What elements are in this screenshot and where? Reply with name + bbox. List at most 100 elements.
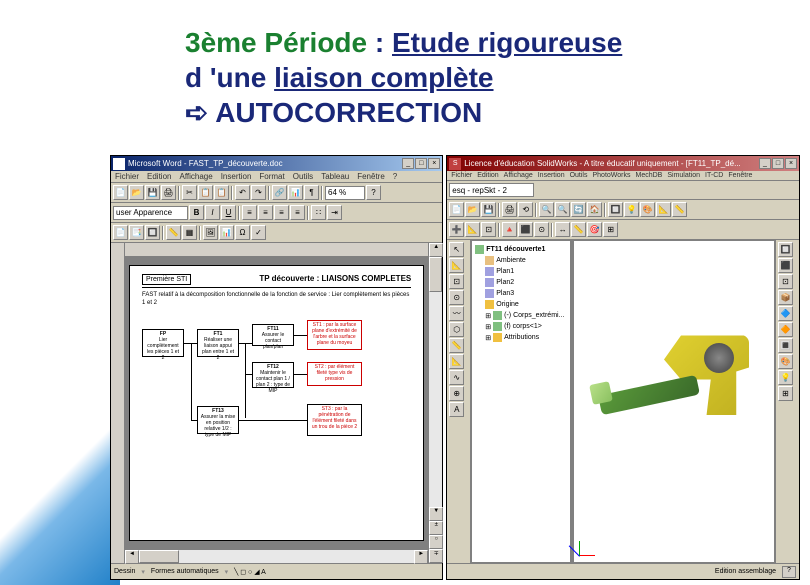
prev-page-icon[interactable]: ± [429, 521, 443, 535]
bold-icon[interactable]: B [189, 205, 204, 220]
redo-icon[interactable]: ↷ [251, 185, 266, 200]
undo-icon[interactable]: ↶ [235, 185, 250, 200]
italic-icon[interactable]: I [205, 205, 220, 220]
menu-item[interactable]: Outils [293, 172, 313, 181]
horizontal-ruler[interactable] [125, 243, 428, 257]
view-icon[interactable]: 📦 [778, 290, 793, 305]
tree-root[interactable]: FT11 découverte1 [475, 244, 567, 255]
tool-icon[interactable]: Ω [235, 225, 250, 240]
angle-icon[interactable]: 📐 [449, 354, 464, 369]
help-icon[interactable]: ? [366, 185, 381, 200]
save-icon[interactable]: 💾 [145, 185, 160, 200]
new-doc-icon[interactable]: 📄 [113, 185, 128, 200]
tree-item[interactable]: Plan2 [475, 277, 567, 288]
menu-item[interactable]: Tableau [321, 172, 349, 181]
browse-icon[interactable]: ○ [429, 535, 443, 549]
close-button[interactable]: × [428, 158, 440, 169]
menu-item[interactable]: Affichage [179, 172, 212, 181]
justify-icon[interactable]: ≡ [290, 205, 305, 220]
new-icon[interactable]: 📄 [449, 202, 464, 217]
home-view-icon[interactable]: 🏠 [587, 202, 602, 217]
tool-icon[interactable]: ⬛ [518, 222, 533, 237]
align-right-icon[interactable]: ≡ [274, 205, 289, 220]
next-page-icon[interactable]: ∓ [429, 549, 443, 563]
tool-icon[interactable]: 📄 [113, 225, 128, 240]
3d-viewport[interactable] [573, 240, 775, 563]
maximize-button[interactable]: □ [415, 158, 427, 169]
tool-icon[interactable]: ⊙ [534, 222, 549, 237]
menu-item[interactable]: Format [259, 172, 284, 181]
word-v-scrollbar[interactable]: ▲ ▼ ± ○ ∓ [428, 243, 442, 563]
view-icon[interactable]: 🔳 [778, 338, 793, 353]
orientation-triad[interactable] [580, 531, 605, 556]
feature-tree[interactable]: FT11 découverte1 Ambiente Plan1 Plan2 Pl… [471, 240, 571, 563]
tool-icon[interactable]: 📊 [219, 225, 234, 240]
tool-icon[interactable]: 📏 [166, 225, 181, 240]
tool-icon[interactable]: 🔲 [145, 225, 160, 240]
shaded-icon[interactable]: 🎨 [640, 202, 655, 217]
view-icon[interactable]: 🎨 [778, 354, 793, 369]
text-icon[interactable]: A [449, 402, 464, 417]
underline-icon[interactable]: U [221, 205, 236, 220]
scroll-up-icon[interactable]: ▲ [429, 243, 443, 257]
sw-titlebar[interactable]: S Licence d'éducation SolidWorks - A tit… [447, 156, 799, 171]
menu-item[interactable]: MechDB [636, 172, 663, 179]
close-button[interactable]: × [785, 158, 797, 169]
rebuild-icon[interactable]: ⟲ [518, 202, 533, 217]
status-forms[interactable]: Formes automatiques [151, 568, 219, 575]
table-icon[interactable]: 📊 [288, 185, 303, 200]
zoom-combo[interactable]: 64 % [325, 186, 365, 200]
tool-icon[interactable]: 📏 [571, 222, 586, 237]
menu-item[interactable]: Simulation [667, 172, 700, 179]
sketch-icon[interactable]: 📐 [449, 258, 464, 273]
tool-icon[interactable]: ➕ [449, 222, 464, 237]
menu-item[interactable]: Affichage [504, 172, 533, 179]
open-icon[interactable]: 📂 [465, 202, 480, 217]
tool-icon[interactable]: ⊞ [603, 222, 618, 237]
view-icon[interactable]: 💡 [778, 370, 793, 385]
paste-icon[interactable]: 📋 [214, 185, 229, 200]
scroll-left-icon[interactable]: ◄ [125, 550, 139, 564]
measure-icon[interactable]: 📐 [656, 202, 671, 217]
tool-icon[interactable]: ⊡ [481, 222, 496, 237]
tree-item[interactable]: Origine [475, 299, 567, 310]
link-icon[interactable]: 🔗 [272, 185, 287, 200]
polygon-icon[interactable]: ⬡ [449, 322, 464, 337]
menu-item[interactable]: IT-CD [705, 172, 723, 179]
print-icon[interactable]: 🖨 [161, 185, 176, 200]
print-icon[interactable]: 🖨 [502, 202, 517, 217]
align-center-icon[interactable]: ≡ [258, 205, 273, 220]
dim-icon[interactable]: 📏 [672, 202, 687, 217]
minimize-button[interactable]: _ [759, 158, 771, 169]
menu-item[interactable]: Fenêtre [357, 172, 385, 181]
rect-icon[interactable]: ⊡ [449, 274, 464, 289]
word-titlebar[interactable]: W Microsoft Word - FAST_TP_découverte.do… [111, 156, 442, 171]
status-design[interactable]: Dessin [114, 568, 135, 575]
paragraph-icon[interactable]: ¶ [304, 185, 319, 200]
align-left-icon[interactable]: ≡ [242, 205, 257, 220]
tool-icon[interactable]: ▦ [182, 225, 197, 240]
menu-item[interactable]: ? [393, 172, 397, 181]
tool-icon[interactable]: 🎯 [587, 222, 602, 237]
tool-icon[interactable]: 📐 [465, 222, 480, 237]
tree-item[interactable]: ⊞Attributions [475, 332, 567, 343]
maximize-button[interactable]: □ [772, 158, 784, 169]
menu-item[interactable]: PhotoWorks [593, 172, 631, 179]
menu-item[interactable]: Fichier [115, 172, 139, 181]
circle-icon[interactable]: ⊙ [449, 290, 464, 305]
wireframe-icon[interactable]: 🔲 [608, 202, 623, 217]
tool-icon[interactable]: ✓ [251, 225, 266, 240]
minimize-button[interactable]: _ [402, 158, 414, 169]
tool-icon[interactable]: ↔ [555, 222, 570, 237]
zoom-in-icon[interactable]: 🔍 [539, 202, 554, 217]
tool-icon[interactable]: 🔺 [502, 222, 517, 237]
menu-item[interactable]: Insertion [538, 172, 565, 179]
zoom-out-icon[interactable]: 🔍 [555, 202, 570, 217]
menu-item[interactable]: Fichier [451, 172, 472, 179]
copy-icon[interactable]: 📋 [198, 185, 213, 200]
dim-icon[interactable]: 📏 [449, 338, 464, 353]
tree-item[interactable]: Ambiente [475, 255, 567, 266]
view-icon[interactable]: 🔶 [778, 322, 793, 337]
menu-item[interactable]: Edition [147, 172, 171, 181]
open-icon[interactable]: 📂 [129, 185, 144, 200]
